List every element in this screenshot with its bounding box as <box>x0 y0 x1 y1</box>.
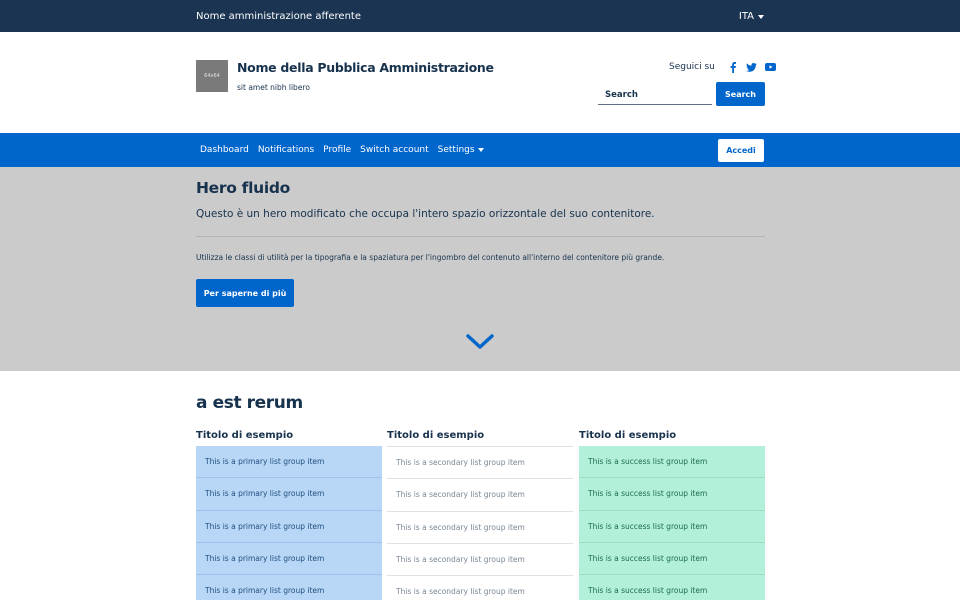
logo-placeholder-label: 64x64 <box>204 73 220 79</box>
list-item[interactable]: This is a secondary list group item <box>387 511 573 544</box>
hero-title: Hero fluido <box>196 179 291 197</box>
hero: Hero fluido Questo è un hero modificato … <box>0 167 960 371</box>
list-group: This is a secondary list group item This… <box>387 446 573 600</box>
list-column-primary: Titolo di esempio This is a primary list… <box>196 428 382 600</box>
chevron-down-icon <box>477 148 484 152</box>
list-item[interactable]: This is a primary list group item <box>196 478 382 511</box>
nav-item-settings-label: Settings <box>437 145 475 155</box>
column-title: Titolo di esempio <box>387 430 485 441</box>
list-item[interactable]: This is a success list group item <box>579 542 765 576</box>
hero-description: Utilizza le classi di utilità per la tip… <box>196 253 665 262</box>
nav-item-switch-account[interactable]: Switch account <box>360 145 428 155</box>
column-title: Titolo di esempio <box>579 430 677 441</box>
slim-header: Nome amministrazione afferente ITA <box>0 0 960 32</box>
nav-item-notifications[interactable]: Notifications <box>258 145 314 155</box>
social-links: Seguici su <box>669 61 778 73</box>
list-group: This is a success list group item This i… <box>579 446 765 600</box>
language-selector[interactable]: ITA <box>739 11 764 22</box>
hero-divider <box>196 236 765 237</box>
list-item[interactable]: This is a success list group item <box>579 446 765 479</box>
nav-item-dashboard[interactable]: Dashboard <box>200 145 249 155</box>
search-placeholder: Search <box>605 90 638 100</box>
login-button[interactable]: Accedi <box>718 139 764 162</box>
search-input[interactable]: Search <box>598 84 712 105</box>
hero-lead: Questo è un hero modificato che occupa l… <box>196 208 655 220</box>
list-group: This is a primary list group item This i… <box>196 446 382 600</box>
section-title: a est rerum <box>196 393 303 413</box>
list-item[interactable]: This is a secondary list group item <box>387 447 573 480</box>
list-item[interactable]: This is a primary list group item <box>196 542 382 576</box>
list-column-success: Titolo di esempio This is a success list… <box>579 428 765 600</box>
list-column-secondary: Titolo di esempio This is a secondary li… <box>387 428 573 600</box>
nav-menu: Dashboard Notifications Profile Switch a… <box>200 133 484 167</box>
list-item[interactable]: This is a primary list group item <box>196 510 382 543</box>
list-item[interactable]: This is a secondary list group item <box>387 543 573 577</box>
twitter-icon[interactable] <box>745 61 759 73</box>
main-navbar: Dashboard Notifications Profile Switch a… <box>0 133 960 167</box>
center-header: 64x64 Nome della Pubblica Amministrazion… <box>0 32 960 133</box>
chevron-down-icon[interactable] <box>466 333 494 351</box>
social-label: Seguici su <box>669 62 715 72</box>
search-button[interactable]: Search <box>716 82 765 106</box>
site-title[interactable]: Nome della Pubblica Amministrazione <box>237 60 494 75</box>
facebook-icon[interactable] <box>726 61 740 73</box>
logo-placeholder[interactable]: 64x64 <box>196 60 228 92</box>
list-item[interactable]: This is a success list group item <box>579 575 765 600</box>
ente-link[interactable]: Nome amministrazione afferente <box>196 11 361 22</box>
youtube-icon[interactable] <box>764 61 778 73</box>
nav-item-profile[interactable]: Profile <box>323 145 351 155</box>
list-item[interactable]: This is a secondary list group item <box>387 576 573 600</box>
list-item[interactable]: This is a success list group item <box>579 510 765 543</box>
nav-item-settings[interactable]: Settings <box>438 145 484 155</box>
column-title: Titolo di esempio <box>196 430 294 441</box>
list-item[interactable]: This is a primary list group item <box>196 446 382 479</box>
language-label: ITA <box>738 11 754 22</box>
list-item[interactable]: This is a success list group item <box>579 478 765 511</box>
chevron-down-icon <box>758 14 764 19</box>
list-item[interactable]: This is a primary list group item <box>196 575 382 600</box>
list-item[interactable]: This is a secondary list group item <box>387 479 573 512</box>
site-tagline: sit amet nibh libero <box>237 83 310 92</box>
hero-cta-button[interactable]: Per saperne di più <box>196 279 294 307</box>
